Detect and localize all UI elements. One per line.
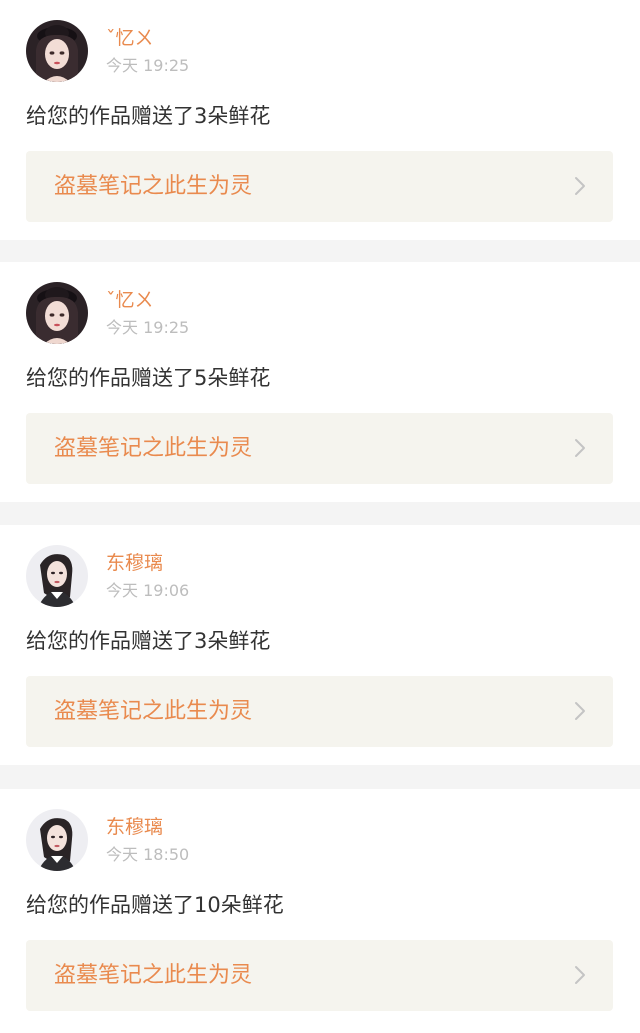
notification-card: 东穆璃 今天 18:50 给您的作品赠送了10朵鲜花 盗墓笔记之此生为灵 xyxy=(0,789,640,1033)
username[interactable]: 东穆璃 xyxy=(106,551,163,575)
girl-photo-avatar-icon xyxy=(26,809,88,871)
work-title: 盗墓笔记之此生为灵 xyxy=(54,699,253,724)
notification-card: 东穆璃 今天 19:06 给您的作品赠送了3朵鲜花 盗墓笔记之此生为灵 xyxy=(0,525,640,765)
chevron-right-icon xyxy=(575,966,585,984)
gift-message: 给您的作品赠送了3朵鲜花 xyxy=(26,104,271,128)
timestamp: 今天 19:06 xyxy=(106,581,190,600)
username[interactable]: ˇ忆ㄨ xyxy=(106,288,154,312)
gift-message: 给您的作品赠送了5朵鲜花 xyxy=(26,366,271,390)
gift-message: 给您的作品赠送了3朵鲜花 xyxy=(26,629,271,653)
work-title: 盗墓笔记之此生为灵 xyxy=(54,963,253,988)
user-avatar[interactable] xyxy=(26,282,88,344)
work-link-button[interactable]: 盗墓笔记之此生为灵 xyxy=(26,151,613,222)
girl-hat-avatar-icon xyxy=(26,20,88,82)
work-link-button[interactable]: 盗墓笔记之此生为灵 xyxy=(26,413,613,484)
notification-feed: ˇ忆ㄨ 今天 19:25 给您的作品赠送了3朵鲜花 盗墓笔记之此生为灵 ˇ忆ㄨ … xyxy=(0,0,640,1033)
work-link-button[interactable]: 盗墓笔记之此生为灵 xyxy=(26,676,613,747)
user-avatar[interactable] xyxy=(26,545,88,607)
username[interactable]: ˇ忆ㄨ xyxy=(106,26,154,50)
notification-card: ˇ忆ㄨ 今天 19:25 给您的作品赠送了5朵鲜花 盗墓笔记之此生为灵 xyxy=(0,262,640,502)
user-avatar[interactable] xyxy=(26,20,88,82)
chevron-right-icon xyxy=(575,439,585,457)
timestamp: 今天 19:25 xyxy=(106,56,190,75)
work-link-button[interactable]: 盗墓笔记之此生为灵 xyxy=(26,940,613,1011)
timestamp: 今天 18:50 xyxy=(106,845,190,864)
user-avatar[interactable] xyxy=(26,809,88,871)
notification-card: ˇ忆ㄨ 今天 19:25 给您的作品赠送了3朵鲜花 盗墓笔记之此生为灵 xyxy=(0,0,640,240)
work-title: 盗墓笔记之此生为灵 xyxy=(54,436,253,461)
girl-photo-avatar-icon xyxy=(26,545,88,607)
chevron-right-icon xyxy=(575,702,585,720)
timestamp: 今天 19:25 xyxy=(106,318,190,337)
gift-message: 给您的作品赠送了10朵鲜花 xyxy=(26,893,284,917)
username[interactable]: 东穆璃 xyxy=(106,815,163,839)
girl-hat-avatar-icon xyxy=(26,282,88,344)
chevron-right-icon xyxy=(575,177,585,195)
work-title: 盗墓笔记之此生为灵 xyxy=(54,174,253,199)
